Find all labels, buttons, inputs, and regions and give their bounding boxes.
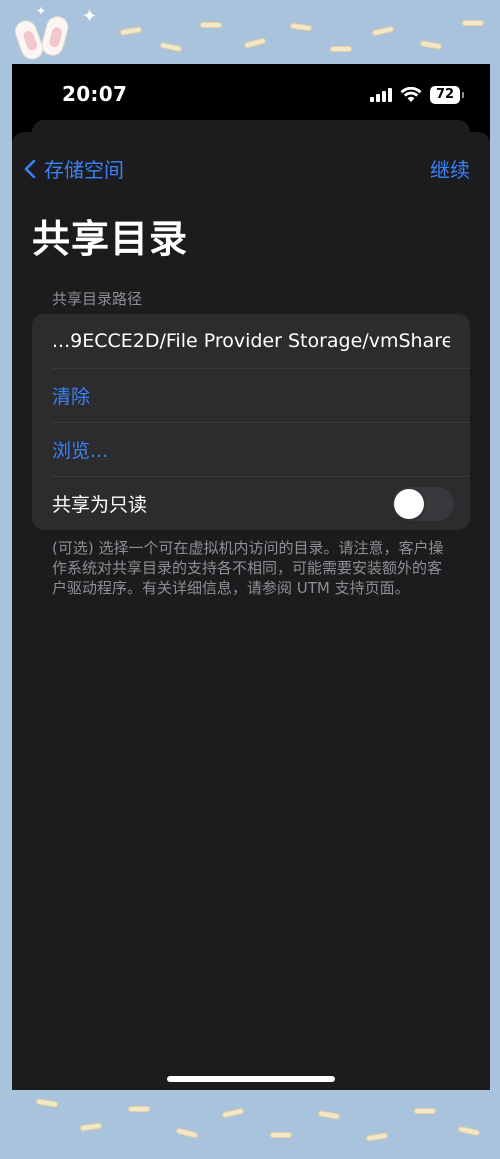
readonly-toggle[interactable] [392, 487, 454, 521]
dash-decoration [128, 1106, 150, 1112]
dash-decoration [119, 26, 143, 36]
shared-path-row: ...9ECCE2D/File Provider Storage/vmShare [32, 314, 470, 368]
dash-decoration [175, 1127, 199, 1139]
phone-screen: 20:07 72 存储空间 继续 共享目录 共享目录路径 ...9ECCE2D/… [12, 64, 490, 1090]
dash-decoration [270, 1132, 292, 1138]
chevron-left-icon [24, 159, 36, 178]
dash-decoration [317, 1110, 341, 1120]
clear-button-label: 清除 [52, 385, 91, 408]
settings-group: ...9ECCE2D/File Provider Storage/vmShare… [32, 314, 470, 530]
section-footer: (可选) 选择一个可在虚拟机内访问的目录。请注意，客户操作系统对共享目录的支持各… [52, 539, 444, 597]
section-header: 共享目录路径 [52, 290, 143, 308]
sparkle-icon: ✦ [36, 4, 47, 18]
browse-button[interactable]: 浏览... [32, 422, 470, 476]
bunny-ear-decoration [39, 13, 71, 59]
bunny-ear-decoration [11, 17, 47, 63]
dash-decoration [200, 22, 222, 28]
clear-button[interactable]: 清除 [32, 368, 470, 422]
dash-decoration [159, 41, 183, 53]
readonly-label: 共享为只读 [52, 493, 148, 516]
status-icons: 72 [370, 86, 464, 104]
dash-decoration [414, 1108, 436, 1114]
dash-decoration [371, 25, 395, 37]
dash-decoration [365, 1132, 389, 1142]
dash-decoration [79, 1122, 103, 1132]
dash-decoration [419, 40, 443, 50]
dash-decoration [330, 46, 352, 52]
sparkle-icon: ✦ [82, 6, 98, 27]
dash-decoration [457, 1125, 481, 1137]
wifi-icon [400, 87, 422, 102]
back-button[interactable]: 存储空间 [24, 154, 124, 183]
back-button-label: 存储空间 [44, 158, 124, 182]
sheet: 存储空间 继续 共享目录 共享目录路径 ...9ECCE2D/File Prov… [12, 132, 490, 1090]
dash-decoration [221, 1107, 245, 1119]
dash-decoration [35, 1098, 59, 1108]
status-bar: 20:07 72 [12, 64, 490, 126]
dash-decoration [243, 37, 267, 49]
readonly-row: 共享为只读 [32, 476, 470, 530]
toggle-knob [394, 489, 424, 519]
status-time: 20:07 [62, 82, 128, 106]
dash-decoration [462, 20, 484, 26]
page-title: 共享目录 [32, 217, 189, 261]
cellular-signal-icon [370, 88, 392, 102]
dash-decoration [289, 22, 313, 32]
battery-icon: 72 [430, 86, 464, 104]
browse-button-label: 浏览... [52, 439, 109, 462]
continue-button[interactable]: 继续 [430, 154, 470, 183]
shared-path-value: ...9ECCE2D/File Provider Storage/vmShare [52, 330, 450, 352]
home-indicator[interactable] [167, 1076, 335, 1082]
